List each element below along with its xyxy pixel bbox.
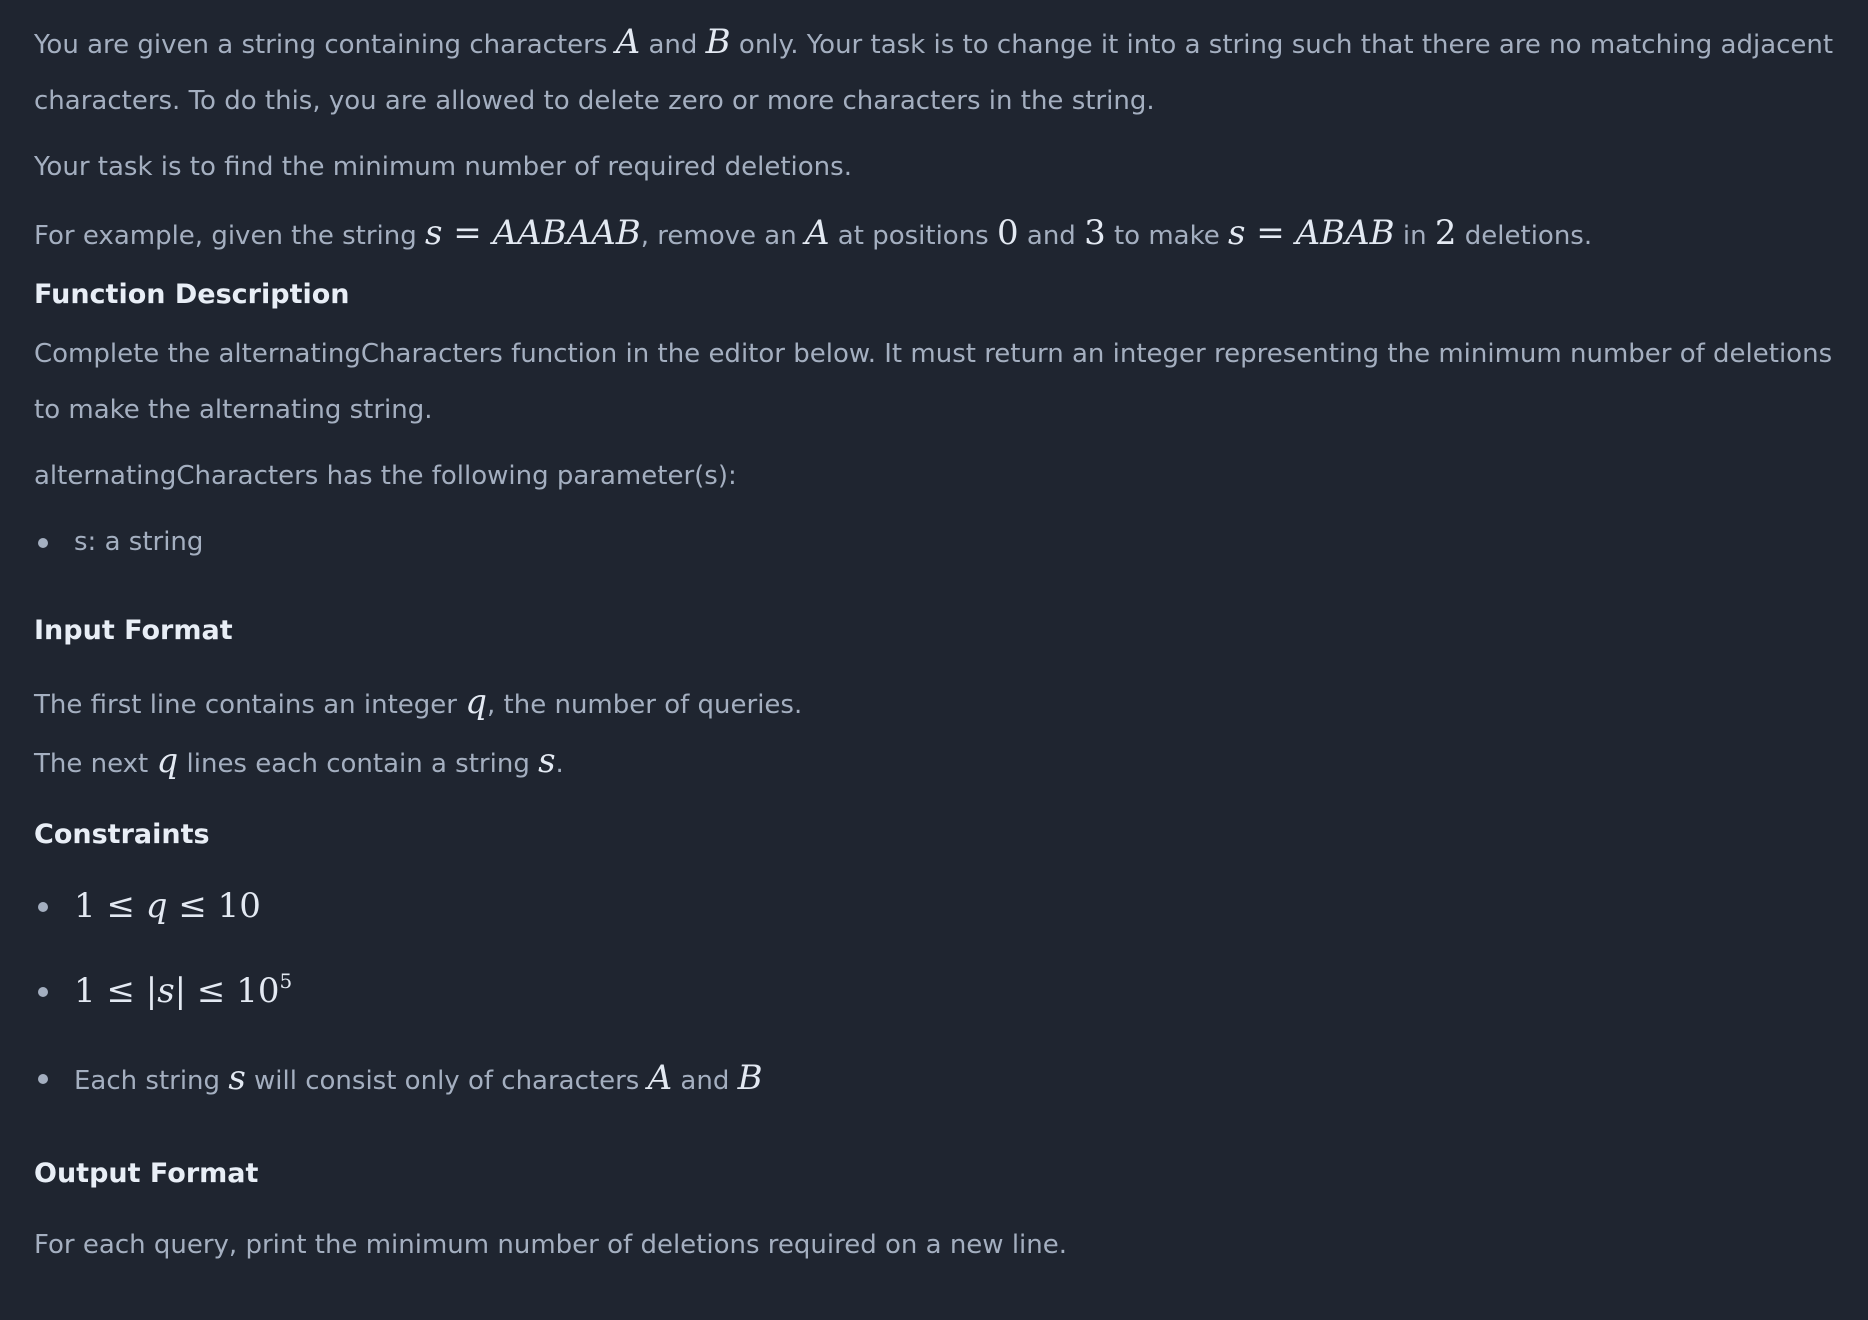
math-var: A [804, 213, 830, 253]
list-item: 1 ≤ q ≤ 10 [34, 878, 1844, 937]
text: For example, given the string [34, 221, 426, 251]
bullet-icon [38, 538, 48, 548]
text: deletions. [1456, 221, 1593, 251]
math-num: 2 [1434, 213, 1457, 253]
parameter-list: s: a string [34, 514, 1844, 570]
math-op: = [1245, 213, 1296, 253]
math-num: 1 [74, 886, 96, 926]
math-num: 10 [236, 971, 280, 1011]
math-var: s [1228, 213, 1246, 253]
input-format-heading: Input Format [34, 615, 233, 646]
bullet-icon [38, 1074, 48, 1084]
text: . [555, 749, 564, 779]
math-op: ≤ [95, 886, 146, 926]
function-description-paragraph: Complete the alternatingCharacters funct… [34, 339, 1833, 425]
parameters-intro: alternatingCharacters has the following … [34, 461, 737, 491]
text: The first line contains an integer [34, 690, 466, 720]
text: , the number of queries. [487, 690, 803, 720]
math-num: 1 [74, 971, 96, 1011]
math-var: s [228, 1058, 246, 1098]
math-var: q [145, 886, 168, 926]
math-var: A [647, 1058, 673, 1098]
intro-paragraph-2: Your task is to find the minimum number … [34, 152, 852, 182]
input-format-line-1: The first line contains an integer q, th… [34, 674, 1844, 733]
bullet-icon [38, 902, 48, 912]
math-op: ≤ [186, 971, 237, 1011]
math-op: ≤ [95, 971, 146, 1011]
math-var: B [737, 1058, 763, 1098]
math-string: AABAAB [492, 213, 641, 253]
parameter-text: s: a string [74, 527, 204, 557]
list-item: 1 ≤ |s| ≤ 105 [34, 963, 1844, 1022]
input-format-line-2: The next q lines each contain a string s… [34, 733, 1844, 792]
output-format-paragraph: For each query, print the minimum number… [34, 1230, 1068, 1260]
text: , remove an [640, 221, 805, 251]
constraints-heading: Constraints [34, 819, 210, 850]
math-var: B [705, 22, 731, 62]
math-var: s [425, 213, 443, 253]
math-op: = [442, 213, 493, 253]
problem-statement: You are given a string containing charac… [34, 14, 1844, 1273]
math-op: ≤ [167, 886, 218, 926]
text: will consist only of characters [245, 1066, 648, 1096]
bullet-icon [38, 987, 48, 997]
math-var: A [615, 22, 641, 62]
text: in [1394, 221, 1435, 251]
math-var: q [156, 741, 179, 781]
text: lines each contain a string [178, 749, 539, 779]
text: Each string [74, 1066, 229, 1096]
list-item: Each string s will consist only of chara… [34, 1050, 1844, 1109]
function-description-heading: Function Description [34, 279, 350, 310]
text: and [640, 30, 706, 60]
text: You are given a string containing charac… [34, 30, 616, 60]
math-var: q [465, 682, 487, 722]
list-item: s: a string [34, 514, 1844, 570]
text: and [1018, 221, 1085, 251]
text: The next [34, 749, 157, 779]
text: and [672, 1066, 738, 1096]
output-format-heading: Output Format [34, 1158, 259, 1189]
text: at positions [829, 221, 997, 251]
math-exponent: 5 [279, 969, 293, 993]
constraints-list: 1 ≤ q ≤ 10 1 ≤ |s| ≤ 105 Each string s w… [34, 878, 1844, 1109]
math-num: 3 [1084, 213, 1106, 253]
math-num: 0 [996, 213, 1019, 253]
example-paragraph: For example, given the string s = AABAAB… [34, 205, 1844, 264]
math-var: s [538, 741, 556, 781]
math-var: |s| [145, 971, 187, 1011]
text: to make [1105, 221, 1228, 251]
intro-paragraph-1: You are given a string containing charac… [34, 14, 1844, 129]
math-num: 10 [217, 886, 261, 926]
math-string: ABAB [1295, 213, 1395, 253]
